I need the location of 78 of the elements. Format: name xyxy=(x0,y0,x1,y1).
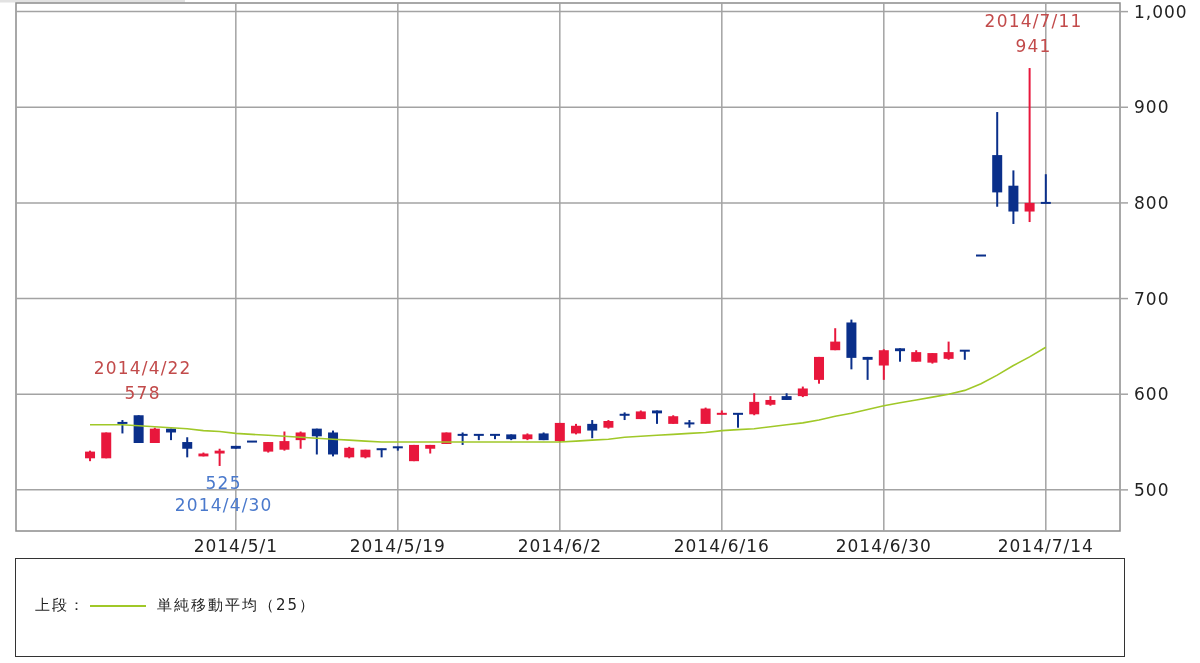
candlestick xyxy=(311,427,322,456)
candlestick xyxy=(603,419,614,430)
candlestick xyxy=(85,449,96,463)
candlestick xyxy=(733,412,743,429)
annotation-label: 578 xyxy=(124,383,161,404)
candlestick xyxy=(652,409,662,425)
candlestick xyxy=(425,443,436,455)
candlestick xyxy=(166,427,177,442)
candlestick xyxy=(182,436,193,459)
candlestick xyxy=(797,385,808,399)
x-axis-label: 2014/6/2 xyxy=(517,536,602,556)
candlestick xyxy=(635,409,646,421)
annotation-label: 2014/4/22 xyxy=(93,358,192,379)
annotation-label: 941 xyxy=(1015,36,1052,57)
candlestick xyxy=(360,448,371,460)
candlestick xyxy=(392,445,403,452)
candlestick xyxy=(133,414,144,444)
candlestick xyxy=(247,440,258,444)
candlestick xyxy=(781,392,792,401)
candlestick xyxy=(684,419,695,429)
candlestick xyxy=(1008,169,1019,225)
candlestick xyxy=(749,392,760,417)
y-axis-label: 600 xyxy=(1134,384,1170,405)
candlestick xyxy=(587,419,598,440)
legend-label: 上段： xyxy=(35,596,86,615)
candlestick xyxy=(538,431,549,442)
candlestick xyxy=(895,347,905,363)
candlestick xyxy=(295,430,306,450)
annotation-label: 2014/7/11 xyxy=(984,11,1083,32)
candlestick xyxy=(490,433,500,441)
x-axis-label: 2014/7/14 xyxy=(997,536,1094,556)
x-axis-label: 2014/5/1 xyxy=(193,536,278,556)
candlestick xyxy=(344,445,355,460)
candlestick xyxy=(846,318,857,371)
candlestick xyxy=(101,431,112,460)
y-axis-label: 500 xyxy=(1134,479,1170,500)
candlestick xyxy=(927,352,938,365)
candlestick xyxy=(198,451,209,458)
candlestick xyxy=(619,411,630,422)
candlestick xyxy=(328,429,339,458)
y-axis-label: 1,000 xyxy=(1134,1,1188,22)
candlestick xyxy=(765,395,776,407)
candlestick xyxy=(959,349,970,361)
candlestick xyxy=(976,254,986,257)
y-axis-label: 800 xyxy=(1134,192,1170,213)
annotation-label: 2014/4/30 xyxy=(174,494,273,515)
candlestick xyxy=(117,419,128,435)
x-axis-label: 2014/6/16 xyxy=(673,536,770,556)
candlestick xyxy=(862,355,873,381)
candlestick xyxy=(457,431,468,446)
candlestick xyxy=(571,422,581,436)
candlestick xyxy=(149,426,160,444)
candlestick xyxy=(522,432,533,442)
candlestick xyxy=(279,430,290,452)
candlestick xyxy=(214,447,225,467)
candlestick xyxy=(230,444,241,450)
candlestick xyxy=(716,409,727,416)
candlestick xyxy=(700,406,711,425)
legend-series-name: 単純移動平均（25） xyxy=(157,596,317,615)
candlestick xyxy=(668,414,679,425)
candlestick xyxy=(878,348,889,381)
annotation-label: 525 xyxy=(205,472,242,493)
x-axis-label: 2014/6/30 xyxy=(835,536,932,556)
candlestick xyxy=(409,443,419,463)
candlestick xyxy=(441,431,452,445)
y-axis-label: 900 xyxy=(1134,97,1170,118)
candlestick xyxy=(1040,173,1051,204)
candlestick xyxy=(263,441,274,454)
y-axis-label: 700 xyxy=(1134,288,1170,309)
candlestick xyxy=(376,447,387,459)
x-axis-label: 2014/5/19 xyxy=(349,536,446,556)
candlestick xyxy=(830,327,841,352)
candlestick xyxy=(506,433,517,442)
candlestick xyxy=(911,349,922,363)
candlestick xyxy=(943,340,954,361)
candlestick xyxy=(473,433,484,442)
candlestick xyxy=(554,421,565,444)
candlestick xyxy=(814,355,824,385)
